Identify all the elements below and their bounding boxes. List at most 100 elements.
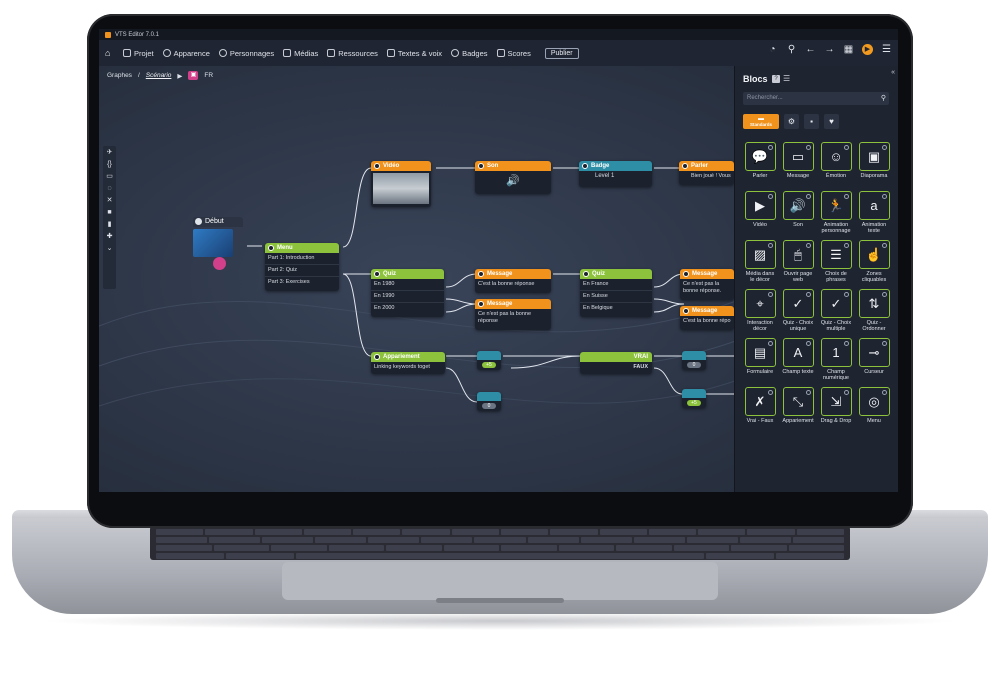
menu-apparence[interactable]: Apparence bbox=[162, 49, 210, 58]
block-message[interactable]: ▭ Message bbox=[781, 142, 815, 191]
block-diaporama[interactable]: ▣ Diaporama bbox=[857, 142, 891, 191]
menu-personnages[interactable]: Personnages bbox=[218, 49, 274, 58]
tab-layout[interactable]: ▪ bbox=[804, 114, 819, 129]
laptop-keyboard bbox=[150, 526, 850, 560]
block-quiz-ordonner[interactable]: ⇅ Quiz - Ordonner bbox=[857, 289, 891, 338]
parler-node[interactable]: Parler Bien joué ! Vous bbox=[679, 161, 734, 185]
bookmark-icon[interactable]: ▮ bbox=[106, 221, 114, 229]
message-node[interactable]: Message C'est la bonne réponse bbox=[475, 269, 551, 293]
publish-button[interactable]: Publier bbox=[544, 47, 579, 59]
menu-label: Textes & voix bbox=[397, 48, 443, 58]
block-emotion[interactable]: ☺ Émotion bbox=[819, 142, 853, 191]
puzzle-icon[interactable]: ✚ bbox=[106, 233, 114, 241]
score-node-header bbox=[682, 389, 706, 398]
help-icon[interactable]: ? bbox=[772, 75, 780, 83]
block-zones-cliquables[interactable]: ☝ Zones cliquables bbox=[857, 240, 891, 289]
block-son[interactable]: 🔊 Son bbox=[781, 191, 815, 240]
vrai-faux-node[interactable]: VRAI FAUX bbox=[580, 352, 652, 374]
block-interaction-decor[interactable]: ⌖ Interaction décor bbox=[743, 289, 777, 338]
block-parler[interactable]: 💬 Parler bbox=[743, 142, 777, 191]
quiz-node-header: Quiz bbox=[371, 269, 444, 279]
appariement-node-title: Appariement bbox=[383, 354, 420, 360]
search-icon[interactable]: ⚲ bbox=[881, 92, 886, 105]
quiz-node[interactable]: Quiz En 1980 En 1990 En 2000 bbox=[371, 269, 444, 317]
block-quiz-choix-multiple[interactable]: ✓ Quiz - Choix multiple bbox=[819, 289, 853, 338]
block-label: Émotion bbox=[825, 173, 847, 179]
chevrons-down-icon[interactable]: ⌄ bbox=[106, 245, 114, 253]
video-node[interactable]: Vidéo bbox=[371, 161, 431, 207]
search-icon[interactable]: ⚲ bbox=[786, 44, 797, 55]
arrow-right-icon[interactable]: → bbox=[824, 44, 835, 55]
start-flag-icon bbox=[195, 218, 202, 225]
score-node[interactable]: +5 bbox=[477, 351, 501, 370]
appariement-node[interactable]: Appariement Linking keywords toget bbox=[371, 352, 445, 374]
block-video[interactable]: ▶ Vidéo bbox=[743, 191, 777, 240]
block-animation-personnage[interactable]: 🏃 Animation personnage bbox=[819, 191, 853, 240]
home-icon[interactable]: ⌂ bbox=[105, 48, 114, 58]
menu-node[interactable]: Menu Part 1: Introduction Part 2: Quiz P… bbox=[265, 243, 339, 291]
block-quiz-choix-unique[interactable]: ✓ Quiz - Choix unique bbox=[781, 289, 815, 338]
block-champ-texte[interactable]: A Champ texte bbox=[781, 338, 815, 387]
menu-circle-icon[interactable]: ☰ bbox=[881, 44, 892, 55]
breadcrumb-root[interactable]: Graphes bbox=[107, 72, 132, 79]
son-node[interactable]: Son 🔊 bbox=[475, 161, 551, 194]
menu-ressources[interactable]: Ressources bbox=[327, 49, 378, 58]
tab-settings[interactable]: ⚙ bbox=[784, 114, 799, 129]
score-value: +5 bbox=[482, 362, 496, 368]
block-champ-numerique[interactable]: 1 Champ numérique bbox=[819, 338, 853, 387]
tab-standards[interactable]: ▬ Standards bbox=[743, 114, 779, 129]
score-value: 0 bbox=[687, 362, 701, 368]
badge-icon bbox=[451, 49, 460, 57]
menu-textes-voix[interactable]: Textes & voix bbox=[386, 48, 443, 58]
score-node[interactable]: 0 bbox=[682, 351, 706, 370]
score-node[interactable]: 0 bbox=[477, 392, 501, 411]
quiz-node[interactable]: Quiz En France En Suisse En Belgique bbox=[580, 269, 652, 317]
block-drag-drop[interactable]: ⇲ Drag & Drop bbox=[819, 387, 853, 436]
screen-icon[interactable]: ▭ bbox=[106, 173, 114, 181]
blocks-search-input[interactable]: Rechercher... ⚲ bbox=[743, 92, 889, 105]
collapse-icon[interactable]: « bbox=[891, 69, 895, 76]
language-label[interactable]: FR bbox=[204, 72, 213, 79]
shuffle-icon[interactable]: ✕ bbox=[106, 197, 114, 205]
block-choix-de-phrases[interactable]: ☰ Choix de phrases bbox=[819, 240, 853, 289]
message-node[interactable]: Message Ce n'est pas la bonne réponse bbox=[475, 299, 551, 330]
block-curseur[interactable]: ⊸ Curseur bbox=[857, 338, 891, 387]
speech-icon[interactable]: ◌ bbox=[106, 185, 114, 193]
menu-scores[interactable]: Scores bbox=[496, 49, 531, 58]
block-appariement[interactable]: ⤡ Appariement bbox=[781, 387, 815, 436]
play-icon[interactable]: ▶ bbox=[862, 44, 873, 55]
toolbar-right: ◔ ⚲ ← → ▦ ▶ ☰ bbox=[767, 44, 892, 55]
block-label: Média dans le décor bbox=[745, 271, 775, 283]
plane-icon[interactable]: ✈ bbox=[106, 149, 114, 157]
block-menu[interactable]: ◎ Menu bbox=[857, 387, 891, 436]
score-node[interactable]: +5 bbox=[682, 389, 706, 408]
breadcrumb-current[interactable]: Scénario bbox=[146, 72, 172, 79]
block-label: Zones cliquables bbox=[861, 271, 887, 283]
block-media-dans-le-decor[interactable]: ▨ Média dans le décor bbox=[743, 240, 777, 289]
block-formulaire[interactable]: ▤ Formulaire bbox=[743, 338, 777, 387]
title-bar: VTS Editor 7.0.1 bbox=[99, 29, 898, 40]
menu-medias[interactable]: Médias bbox=[283, 49, 318, 58]
score-value: 0 bbox=[482, 403, 496, 409]
list-view-icon[interactable]: ☰ bbox=[783, 74, 790, 83]
square-icon[interactable]: ■ bbox=[106, 209, 114, 217]
media-dans-le-decor-icon: ▨ bbox=[744, 240, 776, 269]
block-animation-texte[interactable]: a Animation texte bbox=[857, 191, 891, 240]
message-node[interactable]: Message Ce n'est pas la bonne réponse. bbox=[680, 269, 734, 300]
check-circle-icon[interactable]: ◔ bbox=[767, 44, 778, 55]
menu-badges[interactable]: Badges bbox=[451, 49, 488, 58]
message-node[interactable]: Message C'est la bonne répo bbox=[680, 306, 734, 330]
menu-projet[interactable]: Projet bbox=[123, 49, 154, 58]
clapper-icon[interactable]: ▦ bbox=[843, 44, 854, 55]
start-node[interactable]: Début bbox=[187, 217, 243, 283]
variable-icon[interactable]: {} bbox=[106, 161, 114, 169]
block-ouvrir-page-web[interactable]: 🖱 Ouvrir page web bbox=[781, 240, 815, 289]
search-placeholder: Rechercher... bbox=[747, 95, 783, 101]
block-label: Formulaire bbox=[746, 369, 774, 375]
block-vrai-faux[interactable]: ✗ Vrai - Faux bbox=[743, 387, 777, 436]
badge-node[interactable]: Badge Level 1 bbox=[579, 161, 652, 187]
tab-favorites[interactable]: ♥ bbox=[824, 114, 839, 129]
choix-de-phrases-icon: ☰ bbox=[820, 240, 852, 269]
animation-texte-icon: a bbox=[858, 191, 890, 220]
arrow-left-icon[interactable]: ← bbox=[805, 44, 816, 55]
